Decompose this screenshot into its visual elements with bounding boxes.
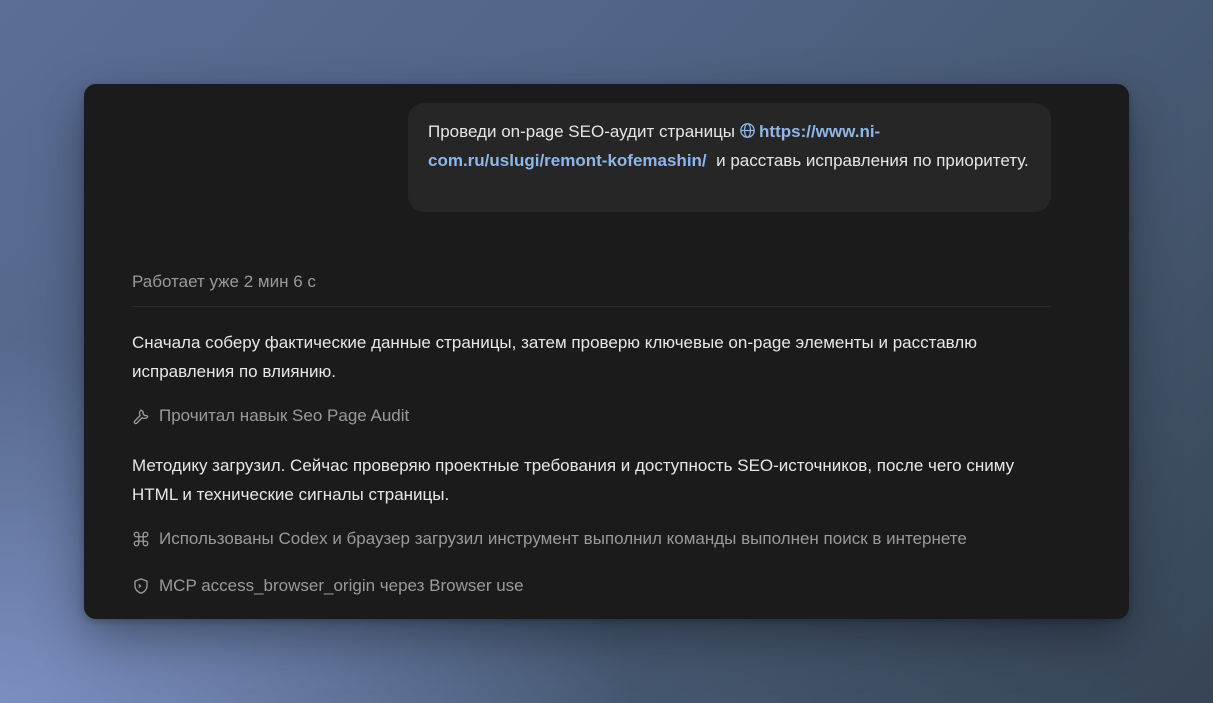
- action-label: Прочитал навык Seo Page Audit: [159, 406, 410, 425]
- assistant-message: Сначала соберу фактические данные страни…: [132, 333, 977, 381]
- action-mcp-access[interactable]: MCP access_browser_origin через Browser …: [132, 576, 524, 596]
- shield-icon: [134, 578, 148, 594]
- command-icon: [133, 531, 149, 547]
- action-label: MCP access_browser_origin через Browser …: [159, 576, 524, 595]
- divider: [132, 306, 1051, 307]
- assistant-message: Методику загрузил. Сейчас проверяю проек…: [132, 456, 1015, 504]
- action-skill-read[interactable]: Прочитал навык Seo Page Audit: [132, 406, 409, 426]
- user-message-text-before: Проведи on-page SEO-аудит страницы: [428, 122, 736, 141]
- action-tools-used[interactable]: Использованы Codex и браузер загрузил ин…: [132, 529, 967, 549]
- globe-icon: [740, 123, 755, 138]
- user-message-bubble: Проведи on-page SEO-аудит страницы https:…: [408, 103, 1051, 212]
- chat-window: Проведи on-page SEO-аудит страницы https:…: [84, 84, 1129, 619]
- working-status: Работает уже 2 мин 6 с: [132, 272, 316, 291]
- user-message-text-after: и расставь исправления по приоритету.: [716, 150, 1029, 170]
- action-label: Использованы Codex и браузер загрузил ин…: [159, 529, 967, 548]
- wrench-icon: [133, 409, 149, 425]
